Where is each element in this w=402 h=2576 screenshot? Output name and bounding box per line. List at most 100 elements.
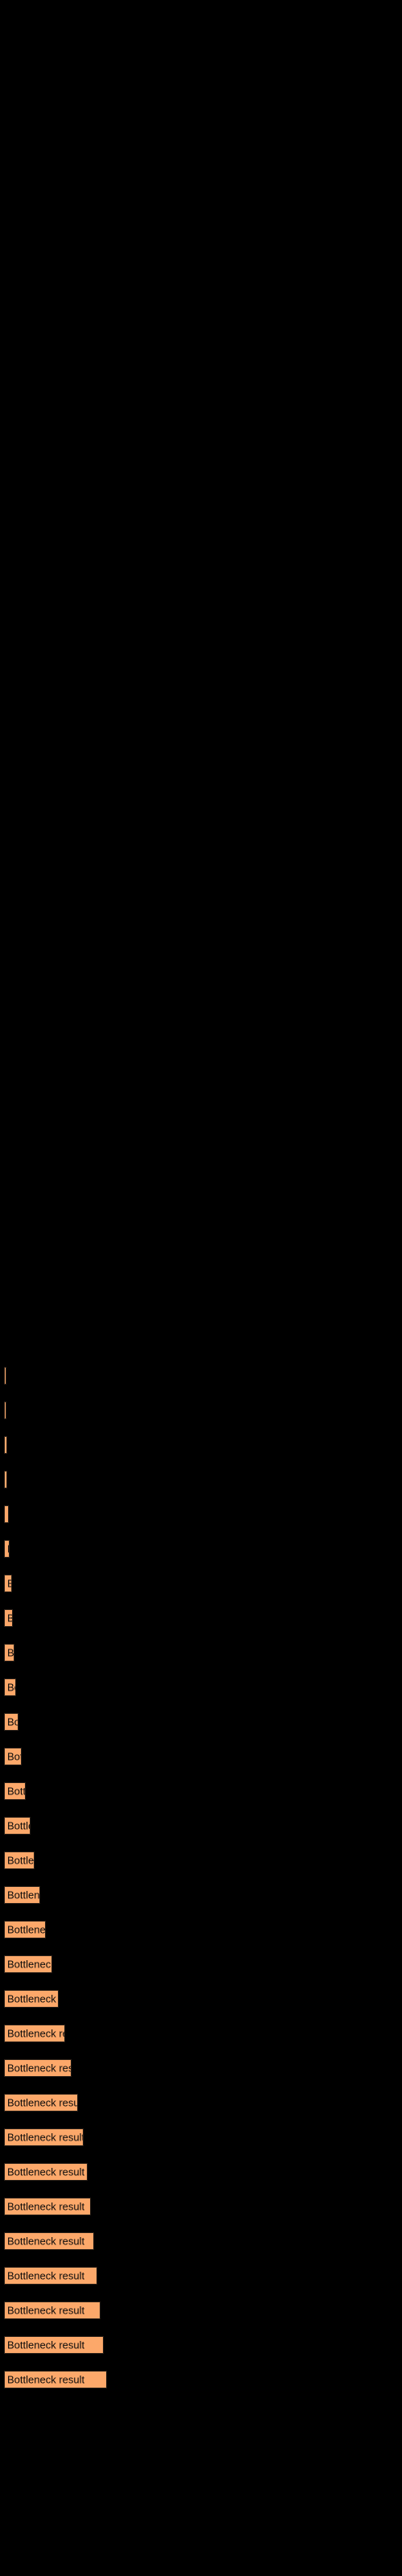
chart-bar[interactable]: Bottleneck result <box>4 1644 14 1662</box>
bar-row: Bottleneck result <box>0 1990 402 2008</box>
chart-bar[interactable]: Bottleneck result <box>4 1367 6 1385</box>
chart-bar[interactable]: Bottleneck result <box>4 1575 12 1592</box>
chart-bar[interactable]: Bottleneck result <box>4 1990 59 2008</box>
bar-row: Bottleneck result <box>0 1436 402 1454</box>
chart-bar[interactable]: Bottleneck result <box>4 1609 13 1627</box>
bar-label: Bottleneck result <box>7 2235 85 2248</box>
bar-row: Bottleneck result <box>0 2198 402 2215</box>
chart-bar[interactable]: Bottleneck result <box>4 2059 72 2077</box>
bar-label: Bottleneck result <box>7 2062 71 2074</box>
chart-bar[interactable]: Bottleneck result <box>4 1955 52 1973</box>
bar-label: Bottleneck result <box>7 1785 26 1798</box>
bar-row <box>0 848 402 865</box>
bar-label: Bottleneck result <box>7 1715 18 1728</box>
bar-row: Bottleneck result <box>0 1609 402 1627</box>
bar-row <box>0 1159 402 1177</box>
bar-row: Bottleneck result <box>0 1505 402 1523</box>
bar-row: Bottleneck result <box>0 2232 402 2250</box>
chart-bar[interactable]: Bottleneck result <box>4 1886 40 1904</box>
bar-row: Bottleneck result <box>0 1955 402 1973</box>
bar-row: Bottleneck result <box>0 1540 402 1558</box>
chart-bar[interactable]: Bottleneck result <box>4 1921 46 1938</box>
chart-bar[interactable]: Bottleneck result <box>4 1540 10 1558</box>
chart-bar[interactable]: Bottleneck result <box>4 2232 94 2250</box>
bar-label: Bottleneck result <box>7 2339 85 2351</box>
bar-row <box>0 1125 402 1142</box>
bar-row <box>0 917 402 935</box>
bar-row <box>0 813 402 831</box>
bar-label: Bottleneck result <box>7 1750 21 1763</box>
bar-row: Bottleneck result <box>0 2336 402 2354</box>
bar-row <box>0 1228 402 1246</box>
bar-row <box>0 986 402 1004</box>
bar-row: Bottleneck result <box>0 2059 402 2077</box>
bar-row: Bottleneck result <box>0 2301 402 2319</box>
bar-row <box>0 1021 402 1038</box>
bar-row <box>0 502 402 519</box>
bar-row: Bottleneck result <box>0 2163 402 2181</box>
bar-row: Bottleneck result <box>0 2267 402 2285</box>
chart-bar[interactable]: Bottleneck result <box>4 2163 88 2181</box>
bar-row <box>0 952 402 969</box>
chart-bar[interactable]: Bottleneck result <box>4 2025 65 2042</box>
bar-label: Bottleneck result <box>7 1612 12 1624</box>
bar-row: Bottleneck result <box>0 1817 402 1835</box>
bar-row: Bottleneck result <box>0 1852 402 1869</box>
bar-row: Bottleneck result <box>0 1782 402 1800</box>
bar-label: Bottleneck result <box>7 1543 9 1555</box>
chart-bar[interactable]: Bottleneck result <box>4 2094 78 2112</box>
chart-bar[interactable]: Bottleneck result <box>4 1505 9 1523</box>
chart-bar[interactable]: Bottleneck result <box>4 1852 35 1869</box>
bar-row <box>0 709 402 727</box>
bar-row <box>0 259 402 277</box>
bar-row: Bottleneck result <box>0 2371 402 2388</box>
bar-row: Bottleneck result <box>0 1713 402 1731</box>
bar-row: Bottleneck result <box>0 1367 402 1385</box>
bar-row <box>0 1332 402 1350</box>
bar-row <box>0 640 402 658</box>
bar-row <box>0 294 402 312</box>
bar-row <box>0 1298 402 1315</box>
chart-bar[interactable]: Bottleneck result <box>4 1713 18 1731</box>
bar-label: Bottleneck result <box>7 1992 58 2005</box>
bar-label: Bottleneck result <box>7 2373 85 2386</box>
chart-bar[interactable]: Bottleneck result <box>4 2336 104 2354</box>
bar-row <box>0 778 402 796</box>
bar-label: Bottleneck result <box>7 1509 8 1521</box>
chart-bar[interactable]: Bottleneck result <box>4 1678 16 1696</box>
chart-bar[interactable]: Bottleneck result <box>4 1402 6 1419</box>
bar-label: Bottleneck result <box>7 1819 30 1832</box>
chart-bar[interactable]: Bottleneck result <box>4 2267 97 2285</box>
chart-bar[interactable]: Bottleneck result <box>4 1471 7 1488</box>
chart-bar[interactable]: Bottleneck result <box>4 1817 31 1835</box>
chart-bar[interactable]: Bottleneck result <box>4 2198 91 2215</box>
bar-row <box>0 882 402 900</box>
bar-row <box>0 1090 402 1108</box>
chart-bar[interactable]: Bottleneck result <box>4 2301 100 2319</box>
bar-row: Bottleneck result <box>0 1402 402 1419</box>
bar-row <box>0 571 402 588</box>
bar-row <box>0 363 402 381</box>
chart-bar[interactable]: Bottleneck result <box>4 2371 107 2388</box>
chart-bar[interactable]: Bottleneck result <box>4 1748 22 1765</box>
bar-row: Bottleneck result <box>0 1575 402 1592</box>
bar-row <box>0 1055 402 1073</box>
bar-label: Bottleneck result <box>7 2027 64 2040</box>
bar-row: Bottleneck result <box>0 2025 402 2042</box>
bar-label: Bottleneck result <box>7 1958 52 1971</box>
bar-label: Bottleneck result <box>7 2200 85 2213</box>
chart-bar[interactable]: Bottleneck result <box>4 2128 84 2146</box>
bar-row: Bottleneck result <box>0 1886 402 1904</box>
bar-row <box>0 190 402 208</box>
chart-bar[interactable]: Bottleneck result <box>4 1782 26 1800</box>
page-root: TheBottlenecker.com Bottleneck resultBot… <box>0 0 402 2576</box>
bar-row: Bottleneck result <box>0 2094 402 2112</box>
bar-row <box>0 1194 402 1212</box>
bar-row: Bottleneck result <box>0 1678 402 1696</box>
bar-row <box>0 536 402 554</box>
bar-row <box>0 225 402 242</box>
bar-row <box>0 675 402 692</box>
bar-row: Bottleneck result <box>0 1644 402 1662</box>
bottleneck-bar-chart: Bottleneck result Bottleneck result Bottle… <box>0 0 402 2576</box>
chart-bar[interactable]: Bottleneck result <box>4 1436 7 1454</box>
